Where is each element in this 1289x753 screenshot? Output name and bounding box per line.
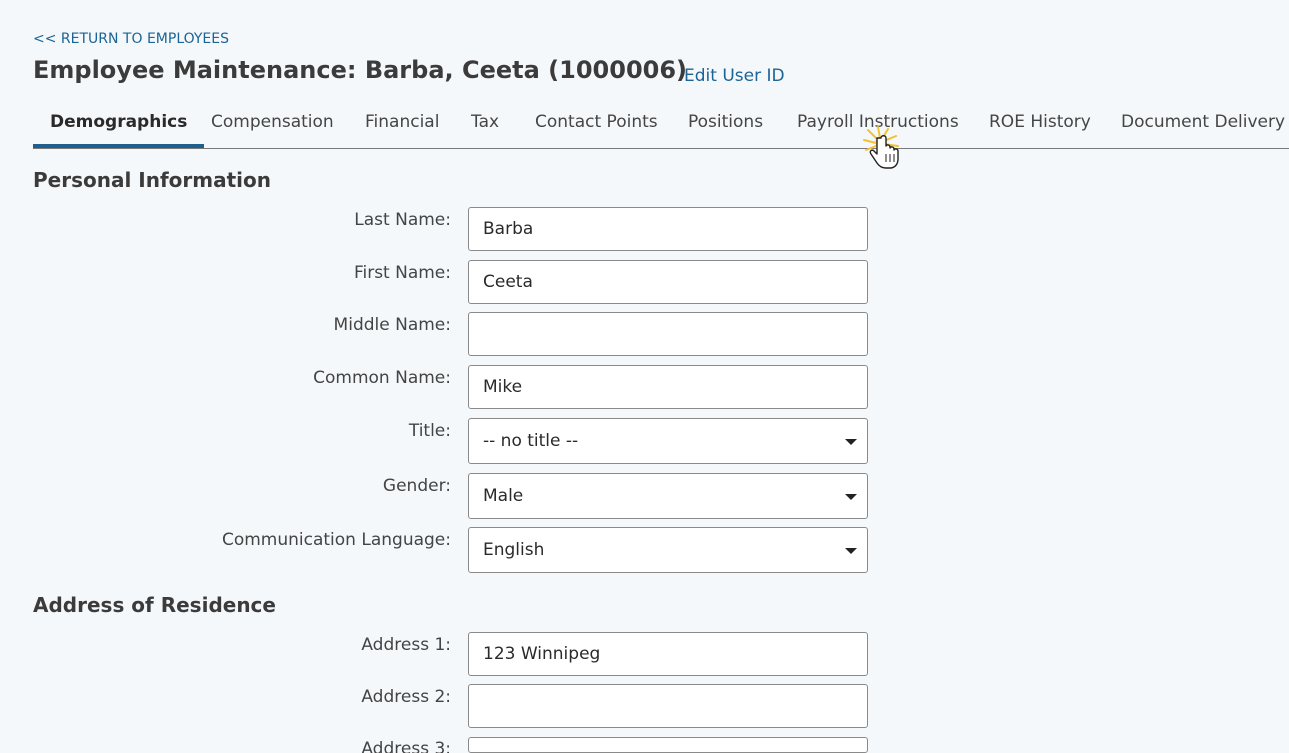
caret-down-icon <box>845 548 857 554</box>
first-name-label: First Name: <box>353 263 451 283</box>
title-select-value: -- no title -- <box>483 431 579 451</box>
tab-contact-points[interactable]: Contact Points <box>535 100 658 146</box>
gender-label: Gender: <box>382 476 451 496</box>
common-name-input[interactable]: Mike <box>468 365 868 409</box>
employee-maintenance-page: << RETURN TO EMPLOYEES Employee Maintena… <box>0 0 1289 753</box>
tab-tax[interactable]: Tax <box>471 100 499 146</box>
personal-information-heading: Personal Information <box>33 168 271 192</box>
tab-payroll-instructions[interactable]: Payroll Instructions <box>797 100 959 146</box>
address-1-input[interactable]: 123 Winnipeg <box>468 632 868 676</box>
return-to-employees-link[interactable]: << RETURN TO EMPLOYEES <box>33 31 229 47</box>
communication-language-label: Communication Language: <box>221 530 451 550</box>
tab-financial[interactable]: Financial <box>365 100 439 146</box>
tab-compensation[interactable]: Compensation <box>211 100 334 146</box>
address-2-input[interactable] <box>468 684 868 728</box>
caret-down-icon <box>845 494 857 500</box>
tab-demographics[interactable]: Demographics <box>33 100 205 148</box>
edit-user-id-link[interactable]: Edit User ID <box>684 66 785 86</box>
communication-language-select-value: English <box>483 540 545 560</box>
gender-select[interactable]: Male <box>468 473 868 519</box>
tab-document-delivery[interactable]: Document Delivery <box>1121 100 1285 146</box>
title-select[interactable]: -- no title -- <box>468 418 868 464</box>
last-name-input[interactable]: Barba <box>468 207 868 251</box>
tab-bar: Demographics Compensation Financial Tax … <box>33 100 1289 149</box>
communication-language-select[interactable]: English <box>468 527 868 573</box>
address-1-label: Address 1: <box>361 635 451 655</box>
last-name-label: Last Name: <box>354 210 451 230</box>
middle-name-label: Middle Name: <box>333 315 451 335</box>
address-3-label: Address 3: <box>361 739 451 753</box>
page-title: Employee Maintenance: Barba, Ceeta (1000… <box>33 56 688 84</box>
first-name-input[interactable]: Ceeta <box>468 260 868 304</box>
tab-positions[interactable]: Positions <box>688 100 763 146</box>
address-of-residence-heading: Address of Residence <box>33 593 276 617</box>
caret-down-icon <box>845 439 857 445</box>
address-2-label: Address 2: <box>361 687 451 707</box>
address-3-input[interactable] <box>468 737 868 753</box>
common-name-label: Common Name: <box>313 368 451 388</box>
middle-name-input[interactable] <box>468 312 868 356</box>
gender-select-value: Male <box>483 486 524 506</box>
tab-roe-history[interactable]: ROE History <box>989 100 1091 146</box>
title-label: Title: <box>408 421 451 441</box>
